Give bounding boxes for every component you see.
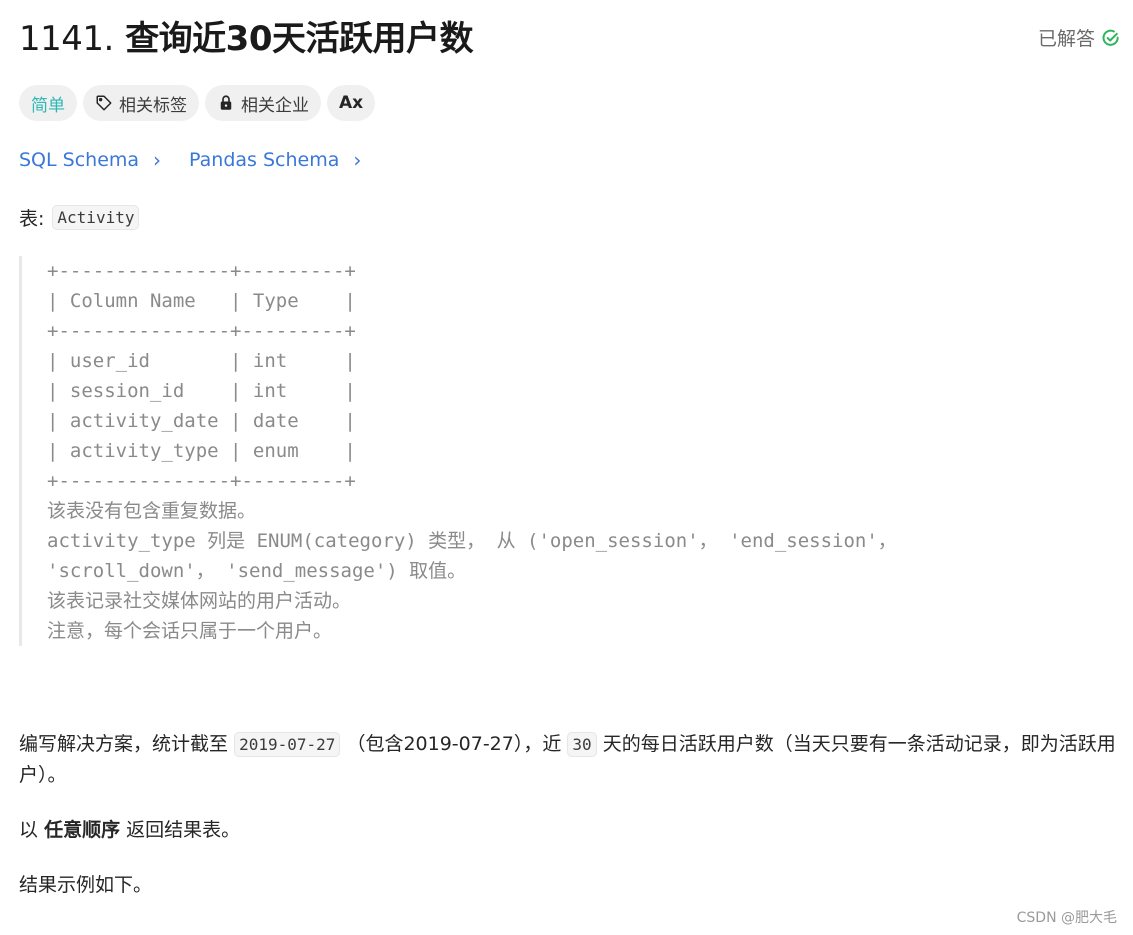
watermark: CSDN @肥大毛 — [1016, 910, 1117, 926]
note-line: 该表没有包含重复数据。 — [47, 500, 257, 522]
schema-links: SQL Schema › Pandas Schema › — [19, 148, 361, 172]
translate-icon: Ax — [339, 93, 364, 113]
chevron-right-icon: › — [153, 148, 162, 172]
pandas-schema-label: Pandas Schema — [189, 149, 340, 171]
problem-name: 查询近30天活跃用户数 — [125, 19, 474, 59]
task-description: 编写解决方案，统计截至 2019-07-27 （包含2019-07-27），近 … — [19, 729, 1119, 790]
example-intro: 结果示例如下。 — [19, 874, 153, 896]
problem-number: 1141. — [19, 19, 114, 59]
sql-schema-label: SQL Schema — [19, 149, 140, 171]
schema-table-text: +---------------+---------+ | Column Nam… — [47, 260, 356, 492]
schema-notes: 该表没有包含重复数据。 activity_type 列是 ENUM(catego… — [47, 496, 897, 646]
table-heading: 表: Activity — [19, 204, 140, 231]
related-tags-button[interactable]: 相关标签 — [83, 85, 199, 121]
problem-title: 1141. 查询近30天活跃用户数 — [19, 14, 474, 64]
tag-icon — [96, 95, 112, 111]
sql-schema-link[interactable]: SQL Schema › — [19, 148, 161, 172]
pandas-schema-link[interactable]: Pandas Schema › — [189, 148, 361, 172]
related-companies-label: 相关企业 — [241, 95, 309, 116]
solved-status: 已解答 — [1038, 24, 1121, 51]
desc-text: 返回结果表。 — [126, 819, 241, 841]
note-line: 注意，每个会话只属于一个用户。 — [47, 620, 333, 642]
desc-text: （包含2019-07-27），近 — [346, 733, 562, 755]
schema-blockquote: +---------------+---------+ | Column Nam… — [19, 256, 1022, 646]
translate-button[interactable]: Ax — [327, 85, 376, 121]
note-line: 'scroll_down'， 'send_message') 取值。 — [47, 560, 467, 582]
difficulty-badge[interactable]: 简单 — [19, 85, 77, 121]
lock-icon — [220, 95, 232, 110]
check-circle-icon — [1102, 29, 1119, 46]
order-instruction: 以 任意顺序 返回结果表。 — [19, 815, 240, 845]
difficulty-label: 简单 — [31, 95, 65, 116]
table-name-code: Activity — [52, 205, 140, 230]
desc-text: 编写解决方案，统计截至 — [19, 733, 229, 755]
days-code: 30 — [567, 732, 597, 757]
date-code: 2019-07-27 — [234, 732, 341, 757]
table-label: 表: — [19, 208, 45, 230]
tag-bar: 简单 相关标签 相关企业 Ax — [19, 85, 376, 121]
related-tags-label: 相关标签 — [119, 95, 187, 116]
desc-text: 以 — [19, 819, 39, 841]
related-companies-button[interactable]: 相关企业 — [205, 85, 321, 121]
status-label: 已解答 — [1037, 28, 1095, 50]
chevron-right-icon: › — [353, 148, 362, 172]
note-line: 该表记录社交媒体网站的用户活动。 — [47, 590, 352, 612]
desc-bold: 任意顺序 — [44, 819, 121, 841]
note-line: activity_type 列是 ENUM(category) 类型， 从 ('… — [47, 530, 897, 552]
